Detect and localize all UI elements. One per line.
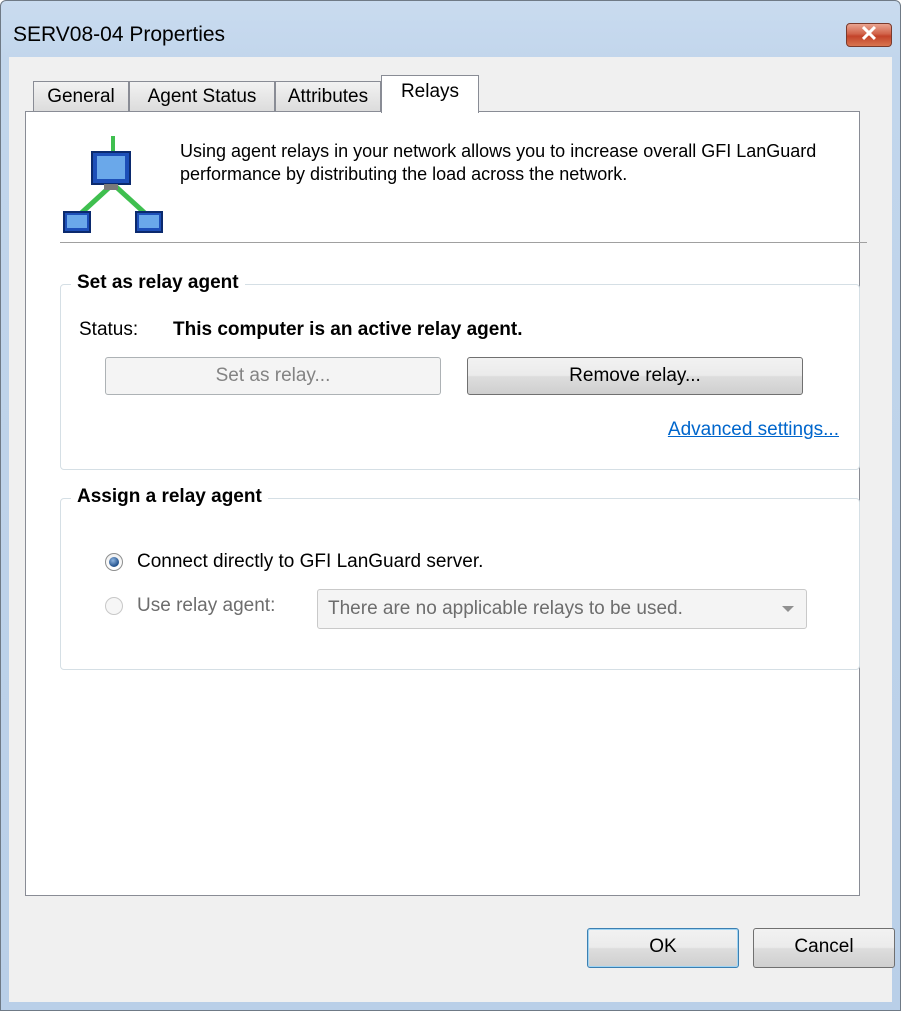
network-relay-icon [63,136,163,233]
relays-tab-panel: Using agent relays in your network allow… [25,111,867,896]
connect-directly-label: Connect directly to GFI LanGuard server. [137,551,484,572]
chevron-down-icon [782,606,794,612]
use-relay-agent-radio[interactable] [105,597,123,615]
close-icon: ✕ [859,21,879,46]
status-label: Status: [79,319,139,340]
use-relay-agent-label: Use relay agent: [137,595,276,616]
assign-relay-group: Assign a relay agent Connect directly to… [60,486,860,670]
relays-description: Using agent relays in your network allow… [180,141,817,184]
advanced-settings-link[interactable]: Advanced settings... [668,419,839,441]
tab-attributes[interactable]: Attributes [275,81,381,111]
separator [60,242,867,243]
tab-agent-status[interactable]: Agent Status [129,81,275,111]
connect-directly-radio[interactable] [105,553,123,571]
window-title: SERV08-04 Properties [13,23,226,46]
assign-relay-group-title: Assign a relay agent [71,486,268,508]
tab-general[interactable]: General [33,81,129,111]
set-relay-group: Set as relay agent Status: This computer… [60,272,860,470]
close-button[interactable]: ✕ [846,21,892,47]
tab-relays[interactable]: Relays [381,75,479,113]
dialog-client-area: General Agent Status Attributes Relays U… [9,57,895,1002]
set-relay-group-title: Set as relay agent [71,272,245,294]
remove-relay-button[interactable]: Remove relay... [467,357,803,395]
ok-button[interactable]: OK [587,928,739,968]
properties-window: SERV08-04 Properties ✕ General Agent Sta… [0,0,901,1011]
status-value: This computer is an active relay agent. [173,319,523,340]
set-as-relay-button[interactable]: Set as relay... [105,357,441,395]
relay-agent-select[interactable]: There are no applicable relays to be use… [317,589,807,629]
relay-agent-select-value: There are no applicable relays to be use… [328,598,683,619]
cancel-button[interactable]: Cancel [753,928,895,968]
